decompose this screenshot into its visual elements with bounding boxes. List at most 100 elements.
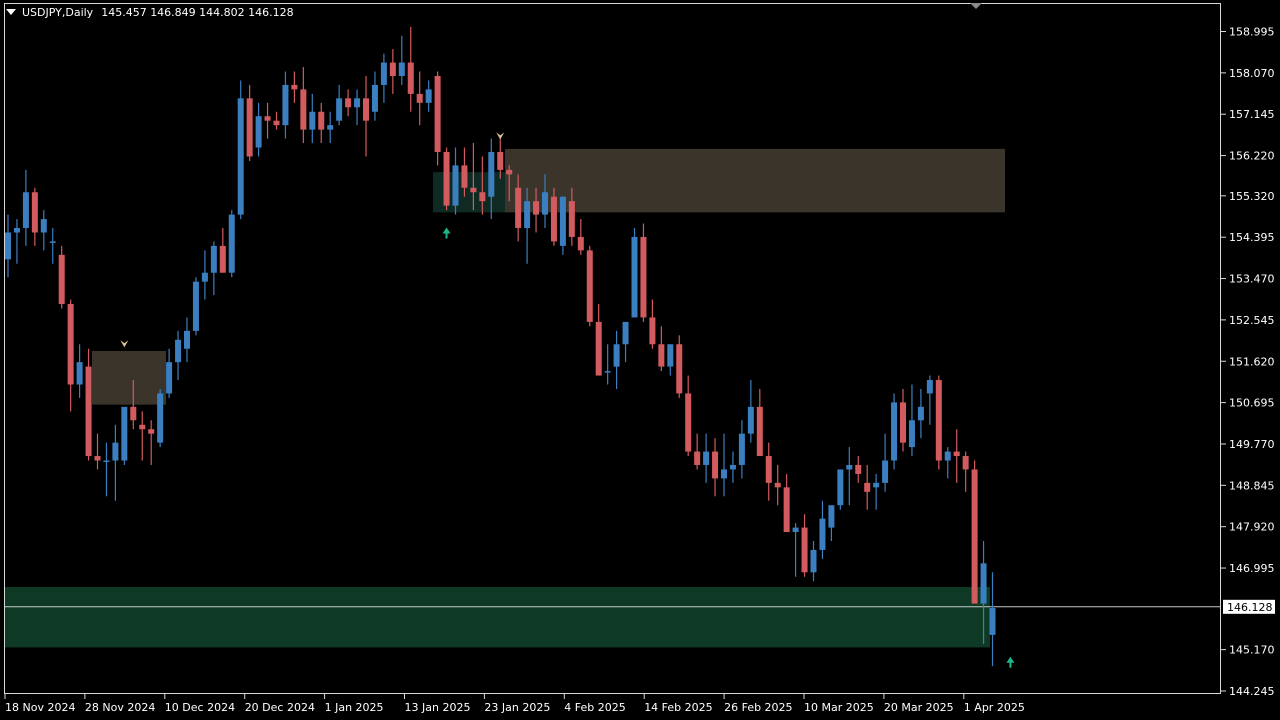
candle-body	[819, 518, 826, 550]
candle-body	[291, 84, 298, 90]
candle-body	[738, 433, 745, 465]
candle-body	[756, 406, 763, 457]
candle-body	[613, 344, 620, 367]
candle	[971, 460, 978, 604]
candle-body	[586, 250, 593, 322]
candle-body	[345, 98, 352, 108]
candle-body	[488, 151, 495, 197]
candle-body	[506, 169, 513, 175]
candle-body	[201, 272, 208, 282]
candle	[228, 210, 235, 278]
candle	[192, 277, 199, 336]
candle-body	[184, 330, 190, 349]
candle-body	[774, 482, 781, 488]
candle-body	[139, 424, 146, 430]
candle-body	[855, 464, 862, 474]
candle-body	[49, 241, 56, 243]
zone-supply	[505, 148, 1005, 213]
candle-body	[40, 219, 47, 233]
time-label: 26 Feb 2025	[724, 701, 792, 714]
ohlc-values: 145.457 146.849 144.802 146.128	[101, 5, 294, 19]
time-label: 10 Mar 2025	[804, 701, 874, 714]
candle	[121, 406, 128, 465]
candle-body	[917, 406, 924, 421]
candle-body	[837, 469, 844, 506]
candle-body	[318, 111, 325, 130]
candle-body	[470, 187, 477, 193]
price-label: 156.220	[1229, 150, 1275, 163]
candle-body	[130, 406, 137, 421]
candle	[586, 245, 593, 327]
candle-body	[380, 62, 387, 85]
candle-body	[712, 451, 719, 479]
candle-body	[210, 245, 217, 273]
candle-body	[273, 120, 280, 126]
chart-menu-triangle-icon[interactable]	[6, 9, 16, 15]
time-label: 20 Mar 2025	[884, 701, 954, 714]
candle-body	[22, 192, 29, 229]
candle-body	[685, 393, 692, 452]
candle-body	[900, 402, 906, 443]
price-label: 155.320	[1229, 190, 1275, 203]
candle-body	[873, 482, 880, 488]
price-label: 150.695	[1229, 397, 1275, 410]
candle-body	[255, 116, 262, 148]
candle-body	[5, 232, 11, 260]
candle-body	[85, 366, 92, 457]
candle-body	[282, 84, 289, 126]
candle-body	[595, 321, 602, 376]
candle-body	[76, 362, 83, 385]
time-label: 20 Dec 2024	[245, 701, 315, 714]
candle-body	[461, 165, 468, 188]
price-label: 148.845	[1229, 479, 1275, 492]
candle-body	[694, 451, 701, 465]
time-label: 10 Dec 2024	[165, 701, 235, 714]
candle-body	[416, 93, 423, 103]
candle	[891, 393, 898, 470]
candle-body	[944, 451, 951, 461]
candle-body	[631, 236, 638, 318]
candle-body	[533, 201, 540, 215]
time-label: 1 Apr 2025	[964, 701, 1025, 714]
candle	[237, 80, 244, 220]
candle-body	[166, 362, 173, 394]
candle-body	[103, 460, 110, 463]
candle-body	[891, 402, 898, 461]
price-label: 149.770	[1229, 438, 1275, 451]
candle-body	[542, 192, 548, 215]
candle-body	[882, 460, 889, 483]
candle-body	[926, 380, 933, 394]
candle-body	[658, 344, 665, 367]
candle-body	[935, 380, 942, 461]
time-label: 13 Jan 2025	[405, 701, 471, 714]
candle-body	[363, 98, 369, 121]
candle-body	[765, 456, 772, 483]
candle-body	[721, 469, 727, 479]
time-label: 1 Jan 2025	[325, 701, 384, 714]
time-label: 18 Nov 2024	[5, 701, 75, 714]
candle-body	[640, 236, 647, 318]
chart-window[interactable]: 158.995 158.070 157.145 156.220 155.320 154.3…	[0, 0, 1280, 720]
candle-body	[407, 62, 414, 94]
candle-body	[327, 125, 334, 130]
candle-body	[747, 406, 754, 434]
candle-body	[398, 62, 405, 76]
candle-body	[425, 89, 432, 103]
candle-body	[479, 192, 486, 202]
price-label: 152.545	[1229, 314, 1275, 327]
price-label: 151.620	[1229, 355, 1275, 368]
chart-canvas[interactable]: 158.995 158.070 157.145 156.220 155.320 154.3…	[0, 0, 1280, 720]
candle-body	[953, 451, 960, 457]
time-label: 28 Nov 2024	[85, 701, 155, 714]
candle-body	[828, 505, 835, 528]
candle-body	[67, 304, 74, 385]
candle	[58, 245, 65, 309]
candle-body	[667, 344, 674, 367]
candle-body	[354, 98, 361, 108]
candle	[434, 71, 441, 166]
time-label: 23 Jan 2025	[484, 701, 550, 714]
price-label: 158.995	[1229, 26, 1275, 39]
candle-body	[13, 228, 20, 233]
price-label: 145.170	[1229, 644, 1275, 657]
candle	[157, 388, 164, 448]
